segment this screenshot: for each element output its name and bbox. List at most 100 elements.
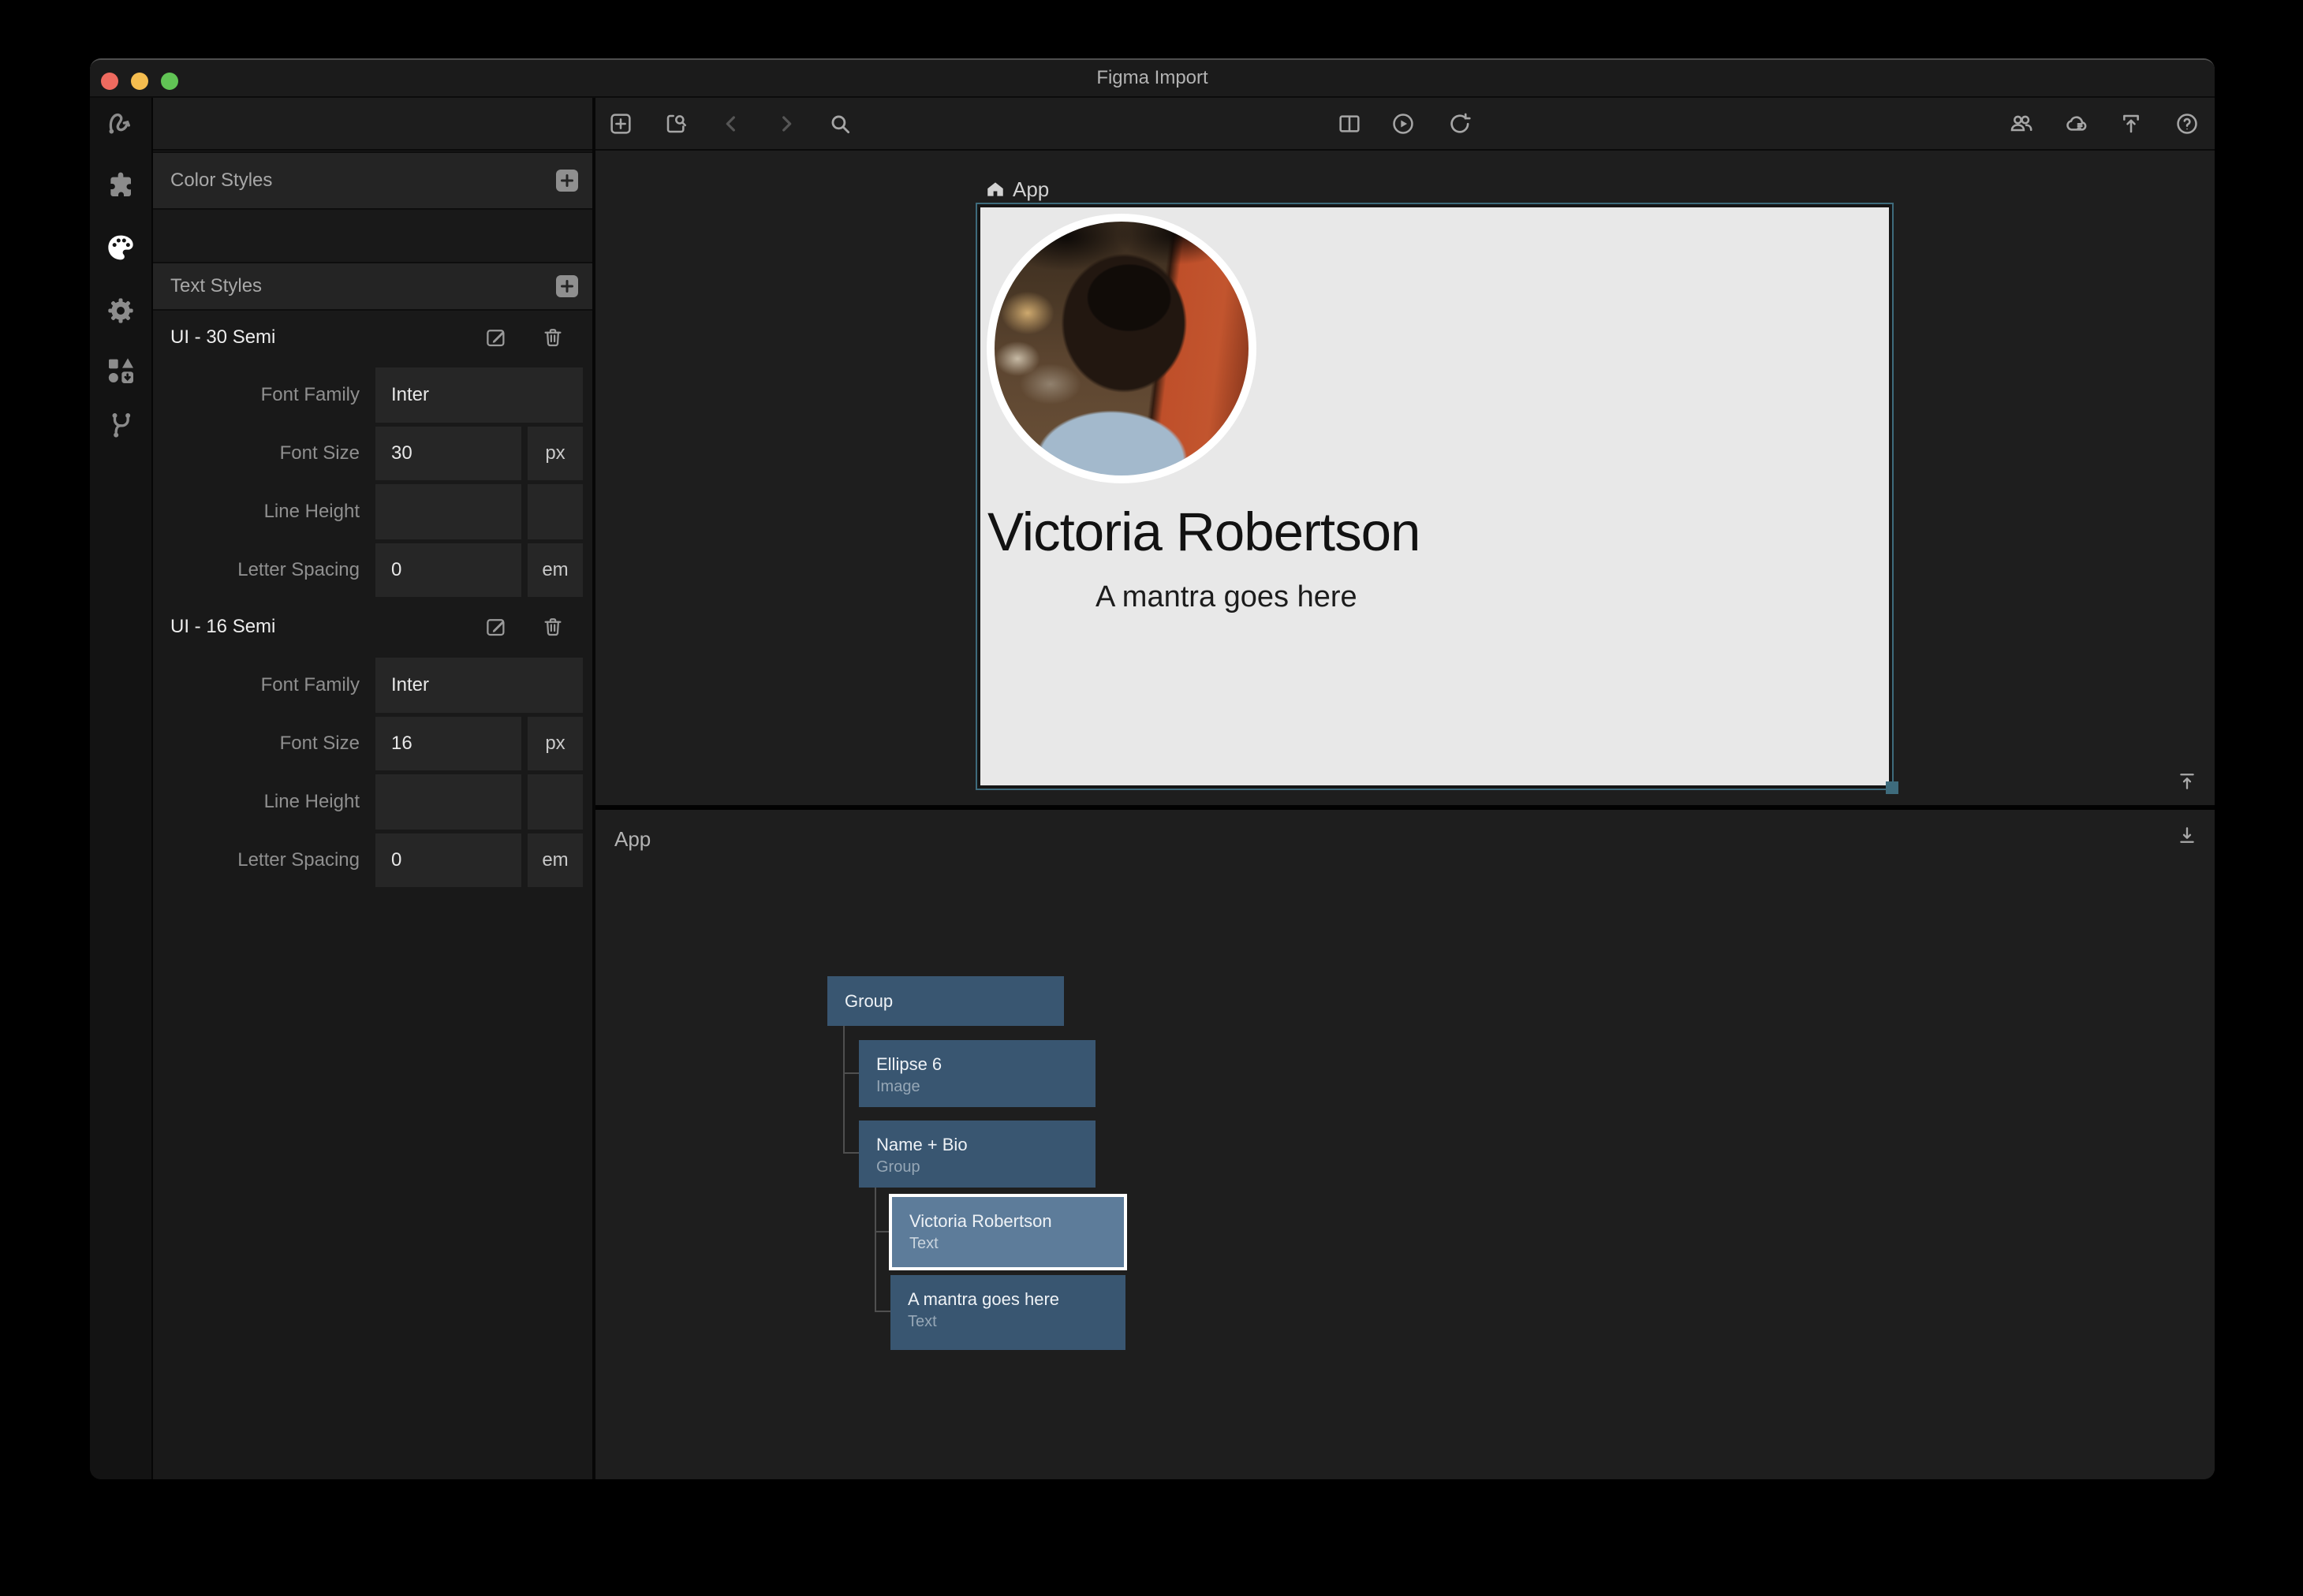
tree-connector	[875, 1311, 890, 1312]
help-icon[interactable]	[2174, 111, 2200, 136]
line-height-input[interactable]	[375, 484, 521, 539]
breadcrumb[interactable]: App	[985, 177, 1049, 201]
frame-resize-handle[interactable]	[1886, 781, 1898, 794]
field-label: Line Height	[153, 774, 360, 830]
color-styles-header: Color Styles	[153, 151, 592, 210]
canvas-view[interactable]: App Victoria Robertson A mantra goes her…	[595, 151, 2215, 805]
field-label: Font Size	[153, 717, 360, 770]
cloud-sync-icon[interactable]	[2064, 111, 2089, 136]
field-row: Line Height	[153, 484, 592, 539]
delete-style-icon[interactable]	[541, 615, 565, 639]
tree-connector	[843, 1072, 859, 1074]
layers-panel-title: App	[614, 827, 651, 852]
tree-node-subtitle: Text	[908, 1313, 937, 1331]
unit-box: em	[528, 543, 583, 597]
field-label: Line Height	[153, 484, 360, 539]
field-row: Font Size 30 px	[153, 427, 592, 480]
search-icon[interactable]	[827, 111, 853, 136]
add-color-style-button[interactable]	[556, 170, 578, 192]
canvas-name-text[interactable]: Victoria Robertson	[987, 502, 1420, 562]
forward-icon[interactable]	[774, 111, 799, 136]
publish-upload-icon[interactable]	[2118, 111, 2144, 136]
window-title: Figma Import	[90, 60, 2215, 96]
text-styles-title: Text Styles	[170, 263, 262, 309]
unit-box	[528, 774, 583, 830]
field-row: Font Family Inter	[153, 658, 592, 713]
unit-box: px	[528, 717, 583, 770]
unit-box: em	[528, 833, 583, 887]
vector-path-icon[interactable]	[105, 106, 136, 138]
styles-panel-top-strip	[153, 98, 592, 151]
tree-node-subtitle: Text	[909, 1235, 939, 1253]
field-label: Font Size	[153, 427, 360, 480]
breadcrumb-label: App	[1013, 177, 1049, 202]
tree-node-title: Name + Bio	[876, 1135, 968, 1155]
field-label: Font Family	[153, 658, 360, 713]
field-row: Font Family Inter	[153, 367, 592, 423]
style-name: UI - 30 Semi	[170, 312, 275, 363]
profile-photo[interactable]	[987, 214, 1256, 483]
components-import-icon[interactable]	[105, 355, 136, 386]
tree-node-name-bio[interactable]: Name + Bio Group	[859, 1121, 1096, 1188]
field-row: Line Height	[153, 774, 592, 830]
tree-connector	[875, 1188, 876, 1312]
tree-node-subtitle: Image	[876, 1078, 920, 1096]
font-family-input[interactable]: Inter	[375, 658, 583, 713]
add-text-style-button[interactable]	[556, 275, 578, 297]
unit-box	[528, 484, 583, 539]
plugins-puzzle-icon[interactable]	[105, 170, 136, 202]
tree-node-group[interactable]: Group	[827, 976, 1064, 1026]
field-label: Font Family	[153, 367, 360, 423]
collapse-panel-up-icon[interactable]	[2176, 769, 2198, 794]
tree-connector	[875, 1231, 889, 1232]
field-value: Inter	[391, 674, 429, 696]
layers-panel: App Group	[595, 810, 2215, 1479]
edit-style-icon[interactable]	[484, 615, 508, 639]
field-row: Letter Spacing 0 em	[153, 833, 592, 887]
canvas-mantra-text[interactable]: A mantra goes here	[1096, 580, 1357, 614]
profile-photo-image	[995, 222, 1249, 475]
letter-spacing-input[interactable]: 0	[375, 833, 521, 887]
play-icon[interactable]	[1390, 111, 1416, 136]
tree-node-title: Victoria Robertson	[909, 1211, 1052, 1232]
refresh-icon[interactable]	[1447, 111, 1473, 136]
field-row: Font Size 16 px	[153, 717, 592, 770]
app-window: Figma Import	[90, 58, 2215, 1479]
add-frame-icon[interactable]	[608, 111, 633, 136]
styles-panel: Color Styles Text Styles	[153, 98, 595, 1479]
version-branch-icon[interactable]	[105, 409, 136, 441]
expand-panel-down-icon[interactable]	[2176, 822, 2198, 848]
back-icon[interactable]	[719, 111, 744, 136]
settings-gear-icon[interactable]	[105, 295, 136, 326]
font-size-input[interactable]: 16	[375, 717, 521, 770]
tree-connector	[843, 1026, 845, 1154]
tree-node-ellipse[interactable]: Ellipse 6 Image	[859, 1040, 1096, 1107]
tree-node-title: A mantra goes here	[908, 1289, 1059, 1310]
edit-style-icon[interactable]	[484, 326, 508, 349]
field-row: Letter Spacing 0 em	[153, 543, 592, 597]
field-value: 0	[391, 559, 401, 581]
import-inspect-icon[interactable]	[663, 111, 689, 136]
field-value: Inter	[391, 384, 429, 406]
delete-style-icon[interactable]	[541, 326, 565, 349]
style-entry-header: UI - 30 Semi	[153, 312, 592, 363]
left-icon-rail	[90, 98, 153, 1479]
tree-node-mantra[interactable]: A mantra goes here Text	[890, 1275, 1125, 1350]
split-view-icon[interactable]	[1337, 111, 1362, 136]
letter-spacing-input[interactable]: 0	[375, 543, 521, 597]
tree-node-victoria-selected[interactable]: Victoria Robertson Text	[889, 1194, 1127, 1270]
titlebar: Figma Import	[90, 60, 2215, 98]
line-height-input[interactable]	[375, 774, 521, 830]
palette-icon[interactable]	[105, 232, 136, 263]
font-size-input[interactable]: 30	[375, 427, 521, 480]
tree-node-subtitle: Group	[876, 1158, 920, 1176]
style-name: UI - 16 Semi	[170, 602, 275, 652]
color-styles-title: Color Styles	[170, 153, 272, 208]
field-value: 30	[391, 442, 412, 464]
field-value: 16	[391, 733, 412, 755]
font-family-input[interactable]: Inter	[375, 367, 583, 423]
main-toolbar	[595, 98, 2215, 151]
text-styles-header: Text Styles	[153, 262, 592, 311]
collaborators-icon[interactable]	[2009, 111, 2034, 136]
tree-node-title: Group	[845, 976, 893, 1026]
